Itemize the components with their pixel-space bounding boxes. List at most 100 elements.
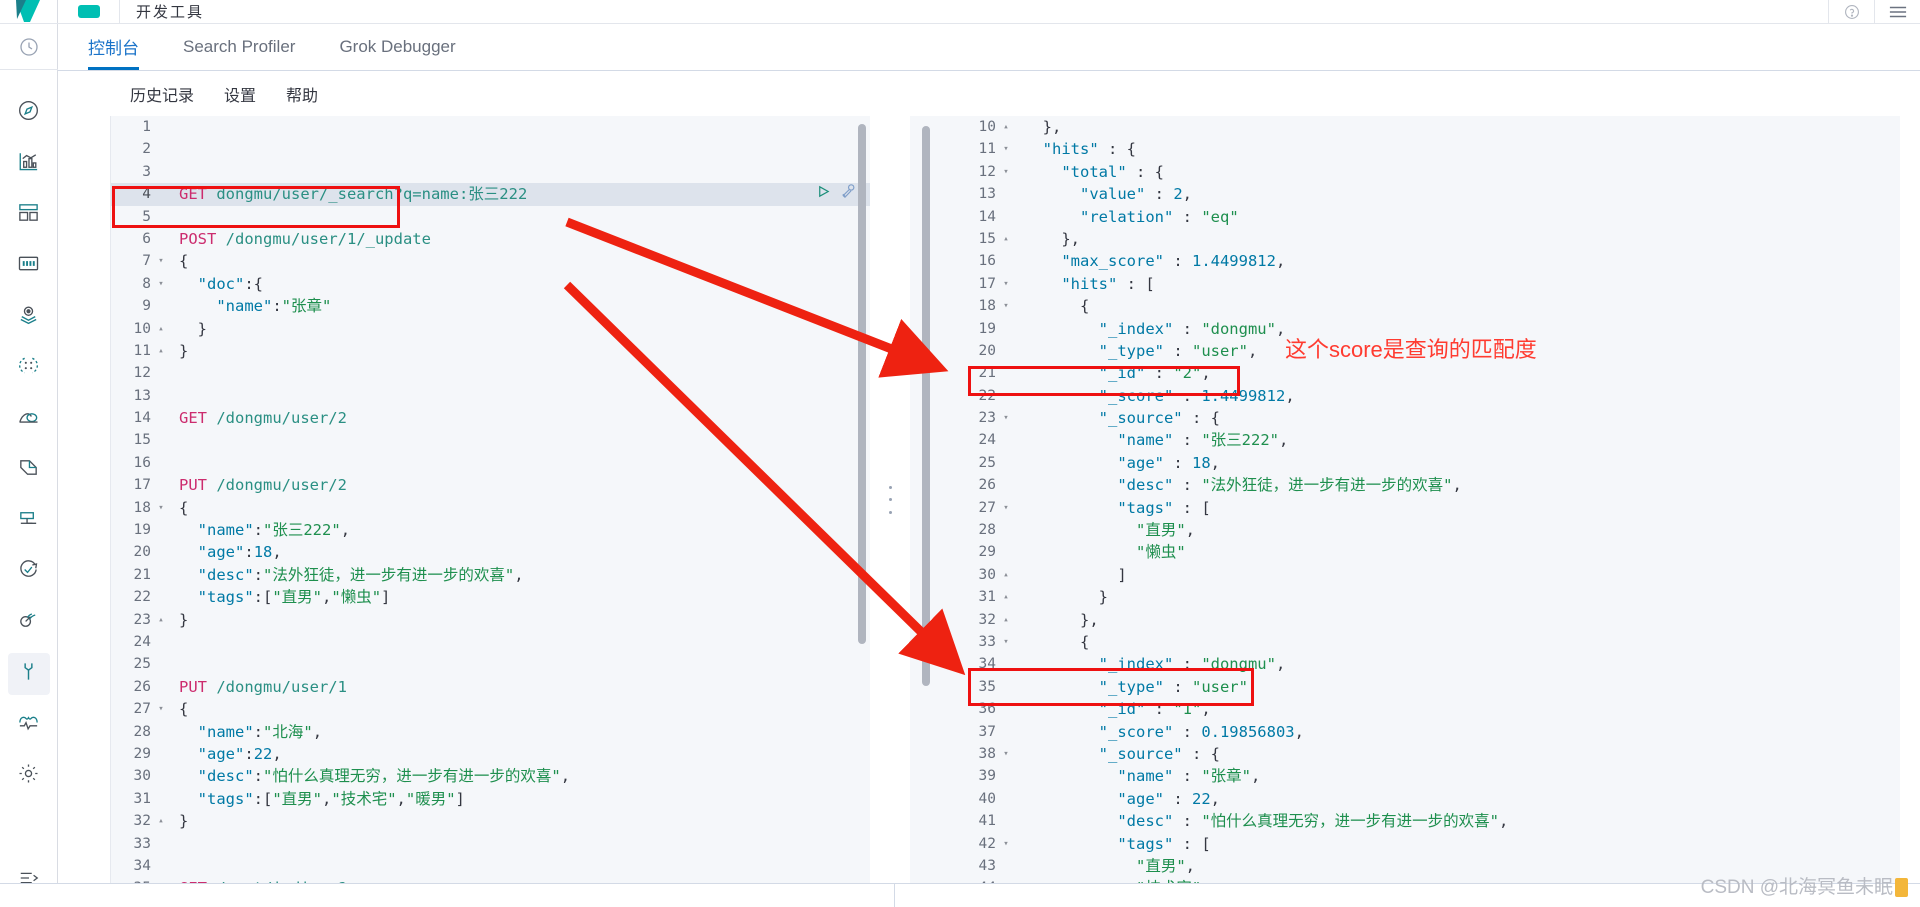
wrench-icon[interactable] xyxy=(840,183,856,205)
code-line[interactable]: 34 xyxy=(111,855,870,877)
sidebar-item-siem[interactable] xyxy=(8,602,50,644)
code-line[interactable]: 15 xyxy=(111,429,870,451)
subnav-settings[interactable]: 设置 xyxy=(224,82,256,106)
code-line[interactable]: 14 GET /dongmu/user/2 xyxy=(111,407,870,429)
code-line[interactable]: 9 "name":"张章" xyxy=(111,295,870,317)
fold-toggle-icon[interactable]: ▴ xyxy=(998,586,1014,608)
code-line-text: } xyxy=(179,341,189,360)
fold-toggle-icon[interactable]: ▾ xyxy=(153,497,169,519)
fold-toggle-icon[interactable]: ▾ xyxy=(998,497,1014,519)
subnav-history[interactable]: 历史记录 xyxy=(130,82,194,106)
line-number: 29 xyxy=(978,544,996,561)
tab-search-profiler[interactable]: Search Profiler xyxy=(161,23,317,70)
sidebar-item-discover[interactable] xyxy=(8,92,50,134)
editor-code[interactable]: 1 2 3 4 GET dongmu/user/_search?q=name:张三222… xyxy=(111,116,870,883)
fold-toggle-icon[interactable]: ▴ xyxy=(998,564,1014,586)
fold-toggle-icon[interactable]: ▴ xyxy=(998,116,1014,138)
sidebar-item-machine-learning[interactable] xyxy=(8,347,50,389)
fold-toggle-icon[interactable]: ▾ xyxy=(998,631,1014,653)
sidebar-item-management[interactable] xyxy=(8,755,50,797)
code-line-text: } xyxy=(179,812,189,831)
editor-scrollbar-thumb[interactable] xyxy=(858,124,866,644)
menu-icon[interactable] xyxy=(1874,0,1920,24)
code-line[interactable]: 30 "desc":"怕什么真理无穷，进一步有进一步的欢喜", xyxy=(111,765,870,787)
sidebar-item-uptime[interactable] xyxy=(8,551,50,593)
code-line[interactable]: 3 xyxy=(111,161,870,183)
fold-toggle-icon[interactable]: ▾ xyxy=(998,743,1014,765)
sidebar-item-recently-viewed[interactable] xyxy=(0,24,58,70)
response-scrollbar-thumb[interactable] xyxy=(922,126,930,686)
code-line-text: PUT /dongmu/user/2 xyxy=(179,476,347,495)
code-line: 38 ▾ "_source" : { xyxy=(956,743,1900,765)
fold-toggle-icon[interactable]: ▴ xyxy=(153,810,169,832)
sidebar-item-visualize[interactable] xyxy=(8,143,50,185)
fold-toggle-icon[interactable]: ▾ xyxy=(998,138,1014,160)
code-line[interactable]: 8 ▾ "doc":{ xyxy=(111,273,870,295)
line-number: 20 xyxy=(978,342,996,359)
code-line[interactable]: 16 xyxy=(111,452,870,474)
code-line[interactable]: 31 "tags":["直男","技术宅","暖男"] xyxy=(111,788,870,810)
code-line[interactable]: 25 xyxy=(111,653,870,675)
tab-grok-debugger[interactable]: Grok Debugger xyxy=(317,23,477,70)
fold-toggle-icon[interactable]: ▾ xyxy=(998,273,1014,295)
code-line[interactable]: 21 "desc":"法外狂徒，进一步有进一步的欢喜", xyxy=(111,564,870,586)
sidebar-item-infrastructure[interactable] xyxy=(8,398,50,440)
subnav-help[interactable]: 帮助 xyxy=(286,82,318,106)
code-line[interactable]: 11 ▴} xyxy=(111,340,870,362)
sidebar-item-dev-tools[interactable] xyxy=(7,653,50,695)
fold-toggle-icon[interactable]: ▴ xyxy=(153,340,169,362)
pane-resizer[interactable] xyxy=(870,116,910,883)
fold-toggle-icon[interactable]: ▾ xyxy=(998,295,1014,317)
sidebar-item-apm[interactable] xyxy=(8,500,50,542)
sidebar-item-dashboard[interactable] xyxy=(8,194,50,236)
code-line[interactable]: 23 ▴} xyxy=(111,609,870,631)
sidebar-item-logs[interactable] xyxy=(8,449,50,491)
code-line[interactable]: 12 xyxy=(111,362,870,384)
code-line: 12 ▾ "total" : { xyxy=(956,161,1900,183)
fold-toggle-icon[interactable]: ▾ xyxy=(998,833,1014,855)
sidebar-item-maps[interactable] xyxy=(8,296,50,338)
code-line[interactable]: 28 "name":"北海", xyxy=(111,721,870,743)
code-line[interactable]: 26 PUT /dongmu/user/1 xyxy=(111,676,870,698)
code-line[interactable]: 33 xyxy=(111,833,870,855)
play-icon[interactable] xyxy=(816,183,831,205)
fold-toggle-icon[interactable]: ▾ xyxy=(153,250,169,272)
code-line[interactable]: 22 "tags":["直男","懒虫"] xyxy=(111,586,870,608)
elastic-logo[interactable] xyxy=(0,0,58,24)
code-line[interactable]: 4 GET dongmu/user/_search?q=name:张三222 xyxy=(111,183,870,206)
code-line[interactable]: 17 PUT /dongmu/user/2 xyxy=(111,474,870,496)
code-line[interactable]: 19 "name":"张三222", xyxy=(111,519,870,541)
code-line[interactable]: 1 xyxy=(111,116,870,138)
fold-toggle-icon[interactable]: ▾ xyxy=(998,407,1014,429)
code-line[interactable]: 27 ▾ { xyxy=(111,698,870,720)
code-line[interactable]: 32 ▴} xyxy=(111,810,870,832)
help-icon[interactable] xyxy=(1828,0,1874,24)
kibana-logo[interactable] xyxy=(58,0,120,24)
sidebar-item-monitoring[interactable] xyxy=(8,704,50,746)
fold-toggle-icon[interactable]: ▴ xyxy=(998,228,1014,250)
code-line[interactable]: 7 ▾ { xyxy=(111,250,870,272)
code-line: 15 ▴ }, xyxy=(956,228,1900,250)
code-line[interactable]: 29 "age":22, xyxy=(111,743,870,765)
code-line[interactable]: 20 "age":18, xyxy=(111,541,870,563)
code-line[interactable]: 18 ▾ { xyxy=(111,497,870,519)
fold-toggle-icon[interactable]: ▴ xyxy=(998,609,1014,631)
code-line[interactable]: 24 xyxy=(111,631,870,653)
fold-toggle-icon[interactable]: ▾ xyxy=(998,161,1014,183)
code-line[interactable]: 5 xyxy=(111,206,870,228)
code-line[interactable]: 2 xyxy=(111,138,870,160)
code-line[interactable]: 6 POST /dongmu/user/1/_update xyxy=(111,228,870,250)
code-line: 39 "name" : "张章", xyxy=(956,765,1900,787)
fold-toggle-icon[interactable]: ▴ xyxy=(153,318,169,340)
fold-toggle-icon[interactable]: ▴ xyxy=(153,609,169,631)
code-line-text: "age":18, xyxy=(197,543,282,562)
code-line[interactable]: 10 ▴ } xyxy=(111,318,870,340)
code-line[interactable]: 13 xyxy=(111,385,870,407)
fold-toggle-icon[interactable]: ▾ xyxy=(153,698,169,720)
request-editor[interactable]: 1 2 3 4 GET dongmu/user/_search?q=name:张三222… xyxy=(110,116,870,883)
tab-console[interactable]: 控制台 xyxy=(58,23,161,70)
sidebar-item-canvas[interactable] xyxy=(8,245,50,287)
tab-search-profiler-label: Search Profiler xyxy=(183,36,296,56)
fold-toggle-icon[interactable]: ▾ xyxy=(153,273,169,295)
response-viewer[interactable]: 10 ▴ }, 11 ▾ "hits" : {12 ▾ "total" : {13 "v… xyxy=(910,116,1900,883)
